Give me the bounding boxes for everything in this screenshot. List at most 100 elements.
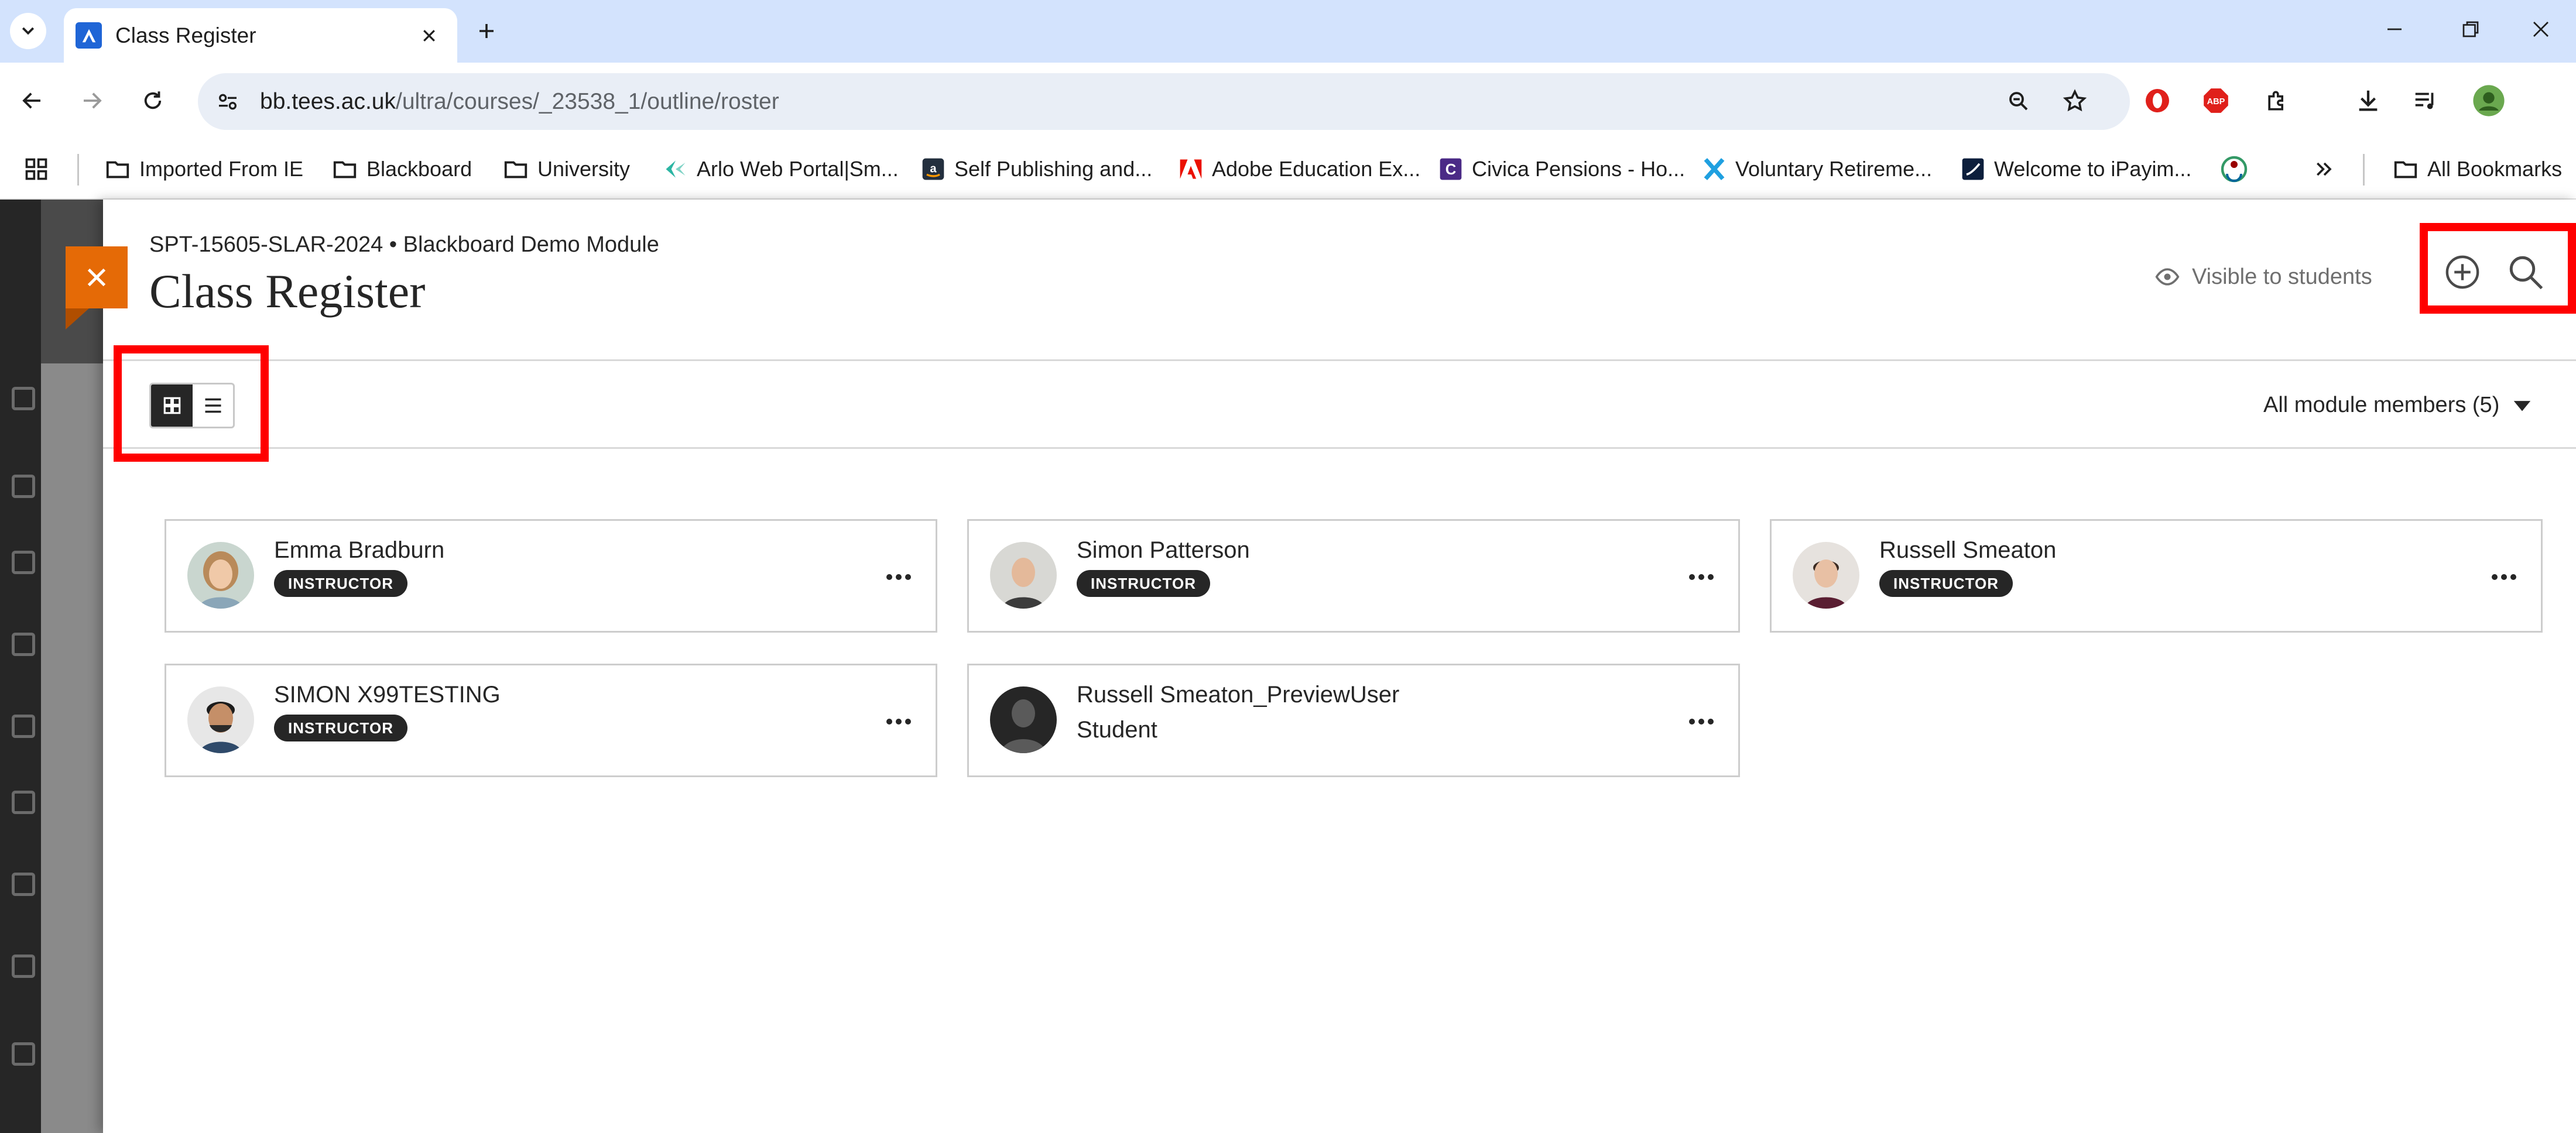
tab-title: Class Register	[115, 23, 256, 47]
page-title: Class Register	[149, 265, 426, 318]
bookmark-university[interactable]: University	[502, 152, 630, 187]
calendar-icon	[12, 791, 35, 814]
bookmark-label: Self Publishing and...	[954, 157, 1153, 181]
media-controls-icon[interactable]	[2406, 81, 2445, 120]
adobe-logo-icon	[1180, 159, 1202, 179]
extensions-puzzle-icon[interactable]	[2258, 81, 2296, 120]
bookmark-welcome-ipayimages[interactable]: Welcome to iPayim...	[1960, 152, 2191, 187]
chevron-down-icon	[22, 27, 35, 35]
zoom-icon[interactable]	[2001, 84, 2036, 119]
url-path: /ultra/courses/_23538_1/outline/roster	[395, 89, 779, 114]
role-badge: INSTRUCTOR	[274, 715, 407, 741]
restore-window-icon[interactable]	[2444, 8, 2497, 50]
address-bar[interactable]: bb.tees.ac.uk/ultra/courses/_23538_1/out…	[198, 73, 2130, 130]
more-options-icon[interactable]	[2483, 559, 2524, 595]
back-arrow-icon[interactable]	[12, 80, 53, 121]
breadcrumb: SPT-15605-SLAR-2024 • Blackboard Demo Mo…	[149, 232, 659, 257]
active-tab[interactable]: Class Register	[64, 8, 457, 63]
member-card[interactable]: Simon Patterson INSTRUCTOR	[967, 519, 1740, 633]
url-text: bb.tees.ac.uk/ultra/courses/_23538_1/out…	[260, 87, 779, 116]
svg-text:ABP: ABP	[2207, 97, 2225, 107]
bookmark-self-publishing[interactable]: a Self Publishing and...	[920, 152, 1152, 187]
bookmark-star-icon[interactable]	[2057, 84, 2092, 119]
role-label: Student	[1077, 717, 1157, 743]
svg-text:C: C	[1445, 162, 1457, 178]
avatar	[1793, 542, 1859, 609]
bookmark-adobe-education[interactable]: Adobe Education Ex...	[1178, 152, 1420, 187]
member-name[interactable]: Emma Bradburn	[274, 537, 444, 564]
tab-search-button[interactable]	[10, 13, 46, 49]
folder-icon	[504, 161, 527, 178]
profile-avatar-icon[interactable]	[2469, 81, 2508, 120]
adblock-plus-icon[interactable]: ABP	[2197, 81, 2235, 120]
bookmark-separator	[77, 154, 79, 186]
bookmark-label: Blackboard	[366, 157, 472, 181]
globe-icon	[12, 551, 35, 574]
arlo-logo-icon	[666, 160, 686, 178]
bookmark-label: Arlo Web Portal|Sm...	[697, 157, 899, 181]
bookmarks-bar: Imported From IE Blackboard University A…	[0, 141, 2576, 200]
bookmark-label: Welcome to iPayim...	[1994, 157, 2192, 181]
avatar	[187, 542, 254, 609]
member-card[interactable]: SIMON X99TESTING INSTRUCTOR	[165, 664, 937, 777]
bookmark-voluntary-retirement[interactable]: Voluntary Retireme...	[1701, 152, 1932, 187]
role-badge: INSTRUCTOR	[1879, 570, 2013, 597]
controls-divider	[103, 447, 2576, 449]
highlight-box-view-toggle	[114, 345, 269, 462]
member-name[interactable]: SIMON X99TESTING	[274, 682, 501, 708]
eye-icon	[2155, 268, 2180, 286]
folder-icon	[333, 161, 357, 178]
bookmark-blackboard[interactable]: Blackboard	[331, 152, 472, 187]
more-options-icon[interactable]	[1681, 559, 1722, 595]
member-card[interactable]: Emma Bradburn INSTRUCTOR	[165, 519, 937, 633]
more-options-icon[interactable]	[1681, 704, 1722, 739]
caret-down-icon	[2514, 400, 2531, 411]
url-host: bb.tees.ac.uk	[260, 89, 396, 114]
apps-grid-icon[interactable]	[23, 152, 49, 187]
close-button-tab-tail	[66, 308, 89, 329]
grades-icon	[12, 955, 35, 978]
header-divider	[103, 359, 2576, 361]
wikimedia-bookmark-icon[interactable]	[2220, 152, 2248, 187]
bookmark-arlo-web-portal[interactable]: Arlo Web Portal|Sm...	[663, 152, 899, 187]
opera-extension-icon[interactable]	[2138, 81, 2177, 120]
visibility-label: Visible to students	[2192, 264, 2372, 289]
forward-arrow-icon[interactable]	[71, 80, 112, 121]
member-name[interactable]: Simon Patterson	[1077, 537, 1250, 564]
member-card[interactable]: Russell Smeaton_PreviewUser Student	[967, 664, 1740, 777]
reload-icon[interactable]	[132, 80, 173, 121]
minimize-window-icon[interactable]	[2368, 8, 2421, 50]
close-tab-icon[interactable]	[412, 18, 447, 53]
more-options-icon[interactable]	[878, 559, 919, 595]
background-nav-rail	[0, 200, 41, 1133]
all-bookmarks[interactable]: All Bookmarks	[2392, 152, 2562, 187]
more-options-icon[interactable]	[878, 704, 919, 739]
avatar	[990, 686, 1057, 753]
bookmark-separator	[2363, 154, 2365, 186]
bookmark-label: Adobe Education Ex...	[1212, 157, 1421, 181]
close-panel-button[interactable]	[66, 246, 128, 308]
profile-icon	[12, 475, 35, 498]
member-card[interactable]: Russell Smeaton INSTRUCTOR	[1770, 519, 2543, 633]
site-settings-icon[interactable]	[211, 85, 245, 119]
member-filter-dropdown[interactable]: All module members (5)	[2263, 393, 2533, 418]
bookmark-imported-from-ie[interactable]: Imported From IE	[104, 152, 303, 187]
new-tab-plus-icon[interactable]	[467, 12, 506, 50]
visibility-status[interactable]: Visible to students	[2154, 264, 2372, 290]
bookmark-civica-pensions[interactable]: C Civica Pensions - Ho...	[1438, 152, 1685, 187]
member-name[interactable]: Russell Smeaton	[1879, 537, 2056, 564]
amazon-logo-icon: a	[922, 158, 944, 180]
messages-icon	[12, 873, 35, 896]
role-badge: INSTRUCTOR	[274, 570, 407, 597]
bookmark-label: Imported From IE	[139, 157, 304, 181]
x-logo-icon	[1704, 158, 1725, 180]
background-course-area	[41, 363, 103, 1133]
close-window-icon[interactable]	[2515, 8, 2567, 50]
browser-toolbar: bb.tees.ac.uk/ultra/courses/_23538_1/out…	[0, 63, 2576, 141]
civica-logo-icon: C	[1440, 158, 1462, 180]
page-content: SPT-15605-SLAR-2024 • Blackboard Demo Mo…	[0, 200, 2576, 1133]
download-icon[interactable]	[2349, 81, 2387, 120]
more-bookmarks-chevron-icon[interactable]	[2313, 152, 2336, 187]
member-name[interactable]: Russell Smeaton_PreviewUser	[1077, 682, 1399, 708]
svg-text:a: a	[930, 163, 937, 176]
